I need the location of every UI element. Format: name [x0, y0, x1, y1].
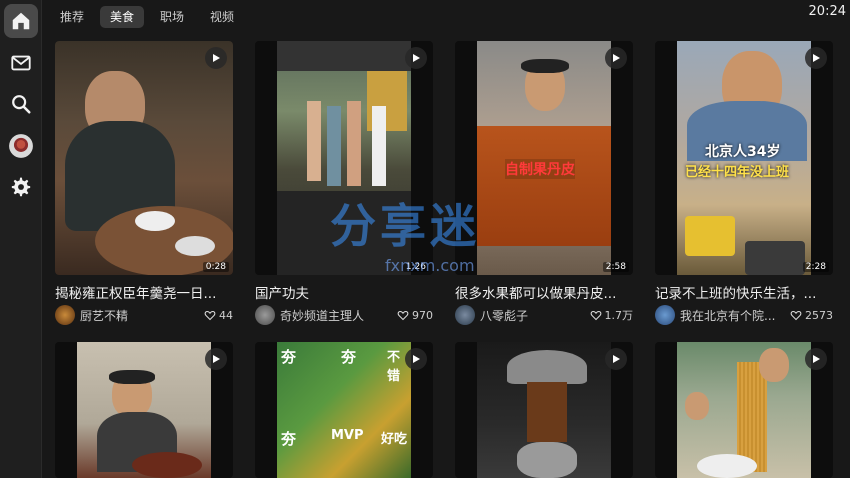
sidebar-mail-button[interactable] — [4, 46, 38, 80]
video-overlay-caption: 好吃 — [381, 432, 408, 447]
video-thumbnail[interactable]: 北京人34岁 已经十四年没上班 2:28 — [655, 41, 833, 275]
play-icon — [813, 54, 820, 62]
video-meta: 厨艺不精 44 — [55, 304, 233, 326]
video-overlay-caption: 已经十四年没上班 — [685, 165, 790, 180]
like-count-value: 970 — [412, 308, 433, 322]
play-button[interactable] — [605, 47, 627, 69]
sidebar — [0, 0, 42, 478]
play-button[interactable] — [805, 47, 827, 69]
play-button[interactable] — [405, 348, 427, 370]
bowl-icon — [9, 134, 33, 158]
video-thumbnail[interactable] — [655, 342, 833, 478]
heart-icon — [590, 310, 601, 321]
like-count-value: 2573 — [805, 308, 833, 322]
video-meta: 奇妙频道主理人 970 — [255, 304, 433, 326]
like-count-value: 1.7万 — [604, 309, 634, 322]
video-thumbnail[interactable]: 自制果丹皮 2:58 — [455, 41, 633, 275]
video-thumbnail[interactable]: 夯 夯 不错 夯 MVP 好吃 — [255, 342, 433, 478]
heart-icon — [790, 310, 802, 321]
tab-recommend[interactable]: 推荐 — [50, 6, 94, 28]
video-meta: 我在北京有个院... 2573 — [655, 304, 833, 326]
video-title[interactable]: 记录不上班的快乐生活，... — [655, 282, 833, 302]
like-count[interactable]: 970 — [397, 309, 433, 322]
avatar[interactable] — [455, 305, 475, 325]
like-count[interactable]: 44 — [204, 309, 233, 322]
video-thumbnail[interactable]: 0:28 — [55, 41, 233, 275]
video-duration: 2:58 — [602, 262, 629, 272]
tab-video[interactable]: 视频 — [200, 6, 244, 28]
sidebar-food-button[interactable] — [4, 129, 38, 163]
home-icon — [12, 12, 30, 30]
video-title[interactable]: 揭秘雍正权臣年羹尧一日... — [55, 282, 233, 302]
tab-food[interactable]: 美食 — [100, 6, 145, 28]
play-button[interactable] — [205, 47, 227, 69]
mail-icon — [11, 55, 31, 71]
play-icon — [813, 355, 820, 363]
video-overlay-caption: 自制果丹皮 — [505, 159, 575, 179]
clock: 20:24 — [808, 4, 846, 19]
author-name[interactable]: 我在北京有个院... — [680, 307, 790, 324]
play-icon — [413, 355, 420, 363]
heart-icon — [397, 310, 409, 321]
avatar[interactable] — [255, 305, 275, 325]
play-button[interactable] — [605, 348, 627, 370]
avatar[interactable] — [55, 305, 75, 325]
video-thumbnail[interactable] — [455, 342, 633, 478]
play-icon — [213, 355, 220, 363]
like-count-value: 44 — [219, 308, 233, 322]
watermark-url: fxnxm.com — [385, 256, 475, 275]
play-button[interactable] — [205, 348, 227, 370]
watermark: 分享迷 — [330, 199, 480, 253]
video-meta: 八零彪子 1.7万 — [455, 304, 633, 326]
author-name[interactable]: 八零彪子 — [480, 307, 590, 324]
tab-workplace[interactable]: 职场 — [150, 6, 194, 28]
sidebar-settings-button[interactable] — [4, 170, 38, 204]
sidebar-search-button[interactable] — [4, 87, 38, 121]
video-duration: 2:28 — [802, 262, 829, 272]
play-icon — [413, 54, 420, 62]
video-overlay-caption: 夯 — [341, 348, 357, 366]
play-icon — [613, 355, 620, 363]
heart-icon — [204, 310, 216, 321]
sidebar-home-button[interactable] — [4, 4, 38, 38]
gear-icon — [11, 177, 31, 197]
play-button[interactable] — [805, 348, 827, 370]
like-count[interactable]: 1.7万 — [590, 307, 634, 323]
video-overlay-caption: MVP — [331, 428, 364, 443]
author-name[interactable]: 厨艺不精 — [80, 307, 204, 324]
play-icon — [613, 54, 620, 62]
video-overlay-caption: 北京人34岁 — [705, 144, 781, 160]
video-overlay-caption: 夯 — [281, 348, 297, 366]
video-thumbnail[interactable] — [55, 342, 233, 478]
video-overlay-caption: 夯 — [281, 430, 297, 448]
play-button[interactable] — [405, 47, 427, 69]
like-count[interactable]: 2573 — [790, 309, 833, 322]
play-icon — [213, 54, 220, 62]
category-tabs: 推荐 美食 职场 视频 — [50, 6, 244, 28]
avatar[interactable] — [655, 305, 675, 325]
search-icon — [12, 95, 31, 114]
author-name[interactable]: 奇妙频道主理人 — [280, 307, 397, 324]
video-title[interactable]: 国产功夫 — [255, 282, 433, 302]
video-title[interactable]: 很多水果都可以做果丹皮... — [455, 282, 633, 302]
video-duration: 0:28 — [202, 262, 229, 272]
